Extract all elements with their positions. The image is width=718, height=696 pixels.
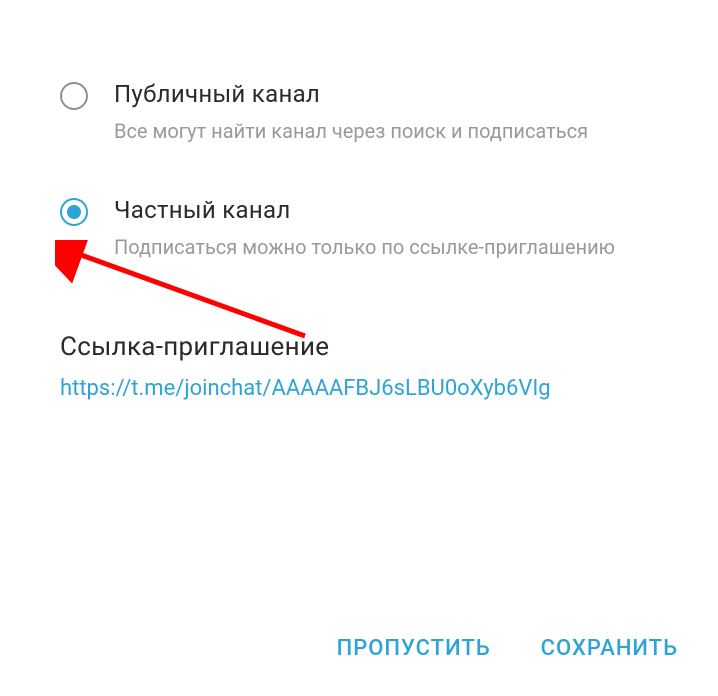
invite-link-title: Ссылка-приглашение <box>60 332 658 362</box>
public-channel-option[interactable]: Публичный канал Все могут найти канал че… <box>60 80 658 146</box>
radio-icon-unselected <box>60 82 88 110</box>
public-channel-title: Публичный канал <box>114 80 658 108</box>
skip-button[interactable]: ПРОПУСТИТЬ <box>337 636 491 661</box>
private-channel-description: Подписаться можно только по ссылке-пригл… <box>114 232 658 262</box>
save-button[interactable]: СОХРАНИТЬ <box>541 636 678 661</box>
invite-link-section: Ссылка-приглашение https://t.me/joinchat… <box>60 332 658 405</box>
public-channel-description: Все могут найти канал через поиск и подп… <box>114 116 658 146</box>
private-channel-option[interactable]: Частный канал Подписаться можно только п… <box>60 196 658 262</box>
private-channel-title: Частный канал <box>114 196 658 224</box>
radio-icon-selected <box>60 198 88 226</box>
invite-link-url[interactable]: https://t.me/joinchat/AAAAAFBJ6sLBU0oXyb… <box>60 372 658 405</box>
